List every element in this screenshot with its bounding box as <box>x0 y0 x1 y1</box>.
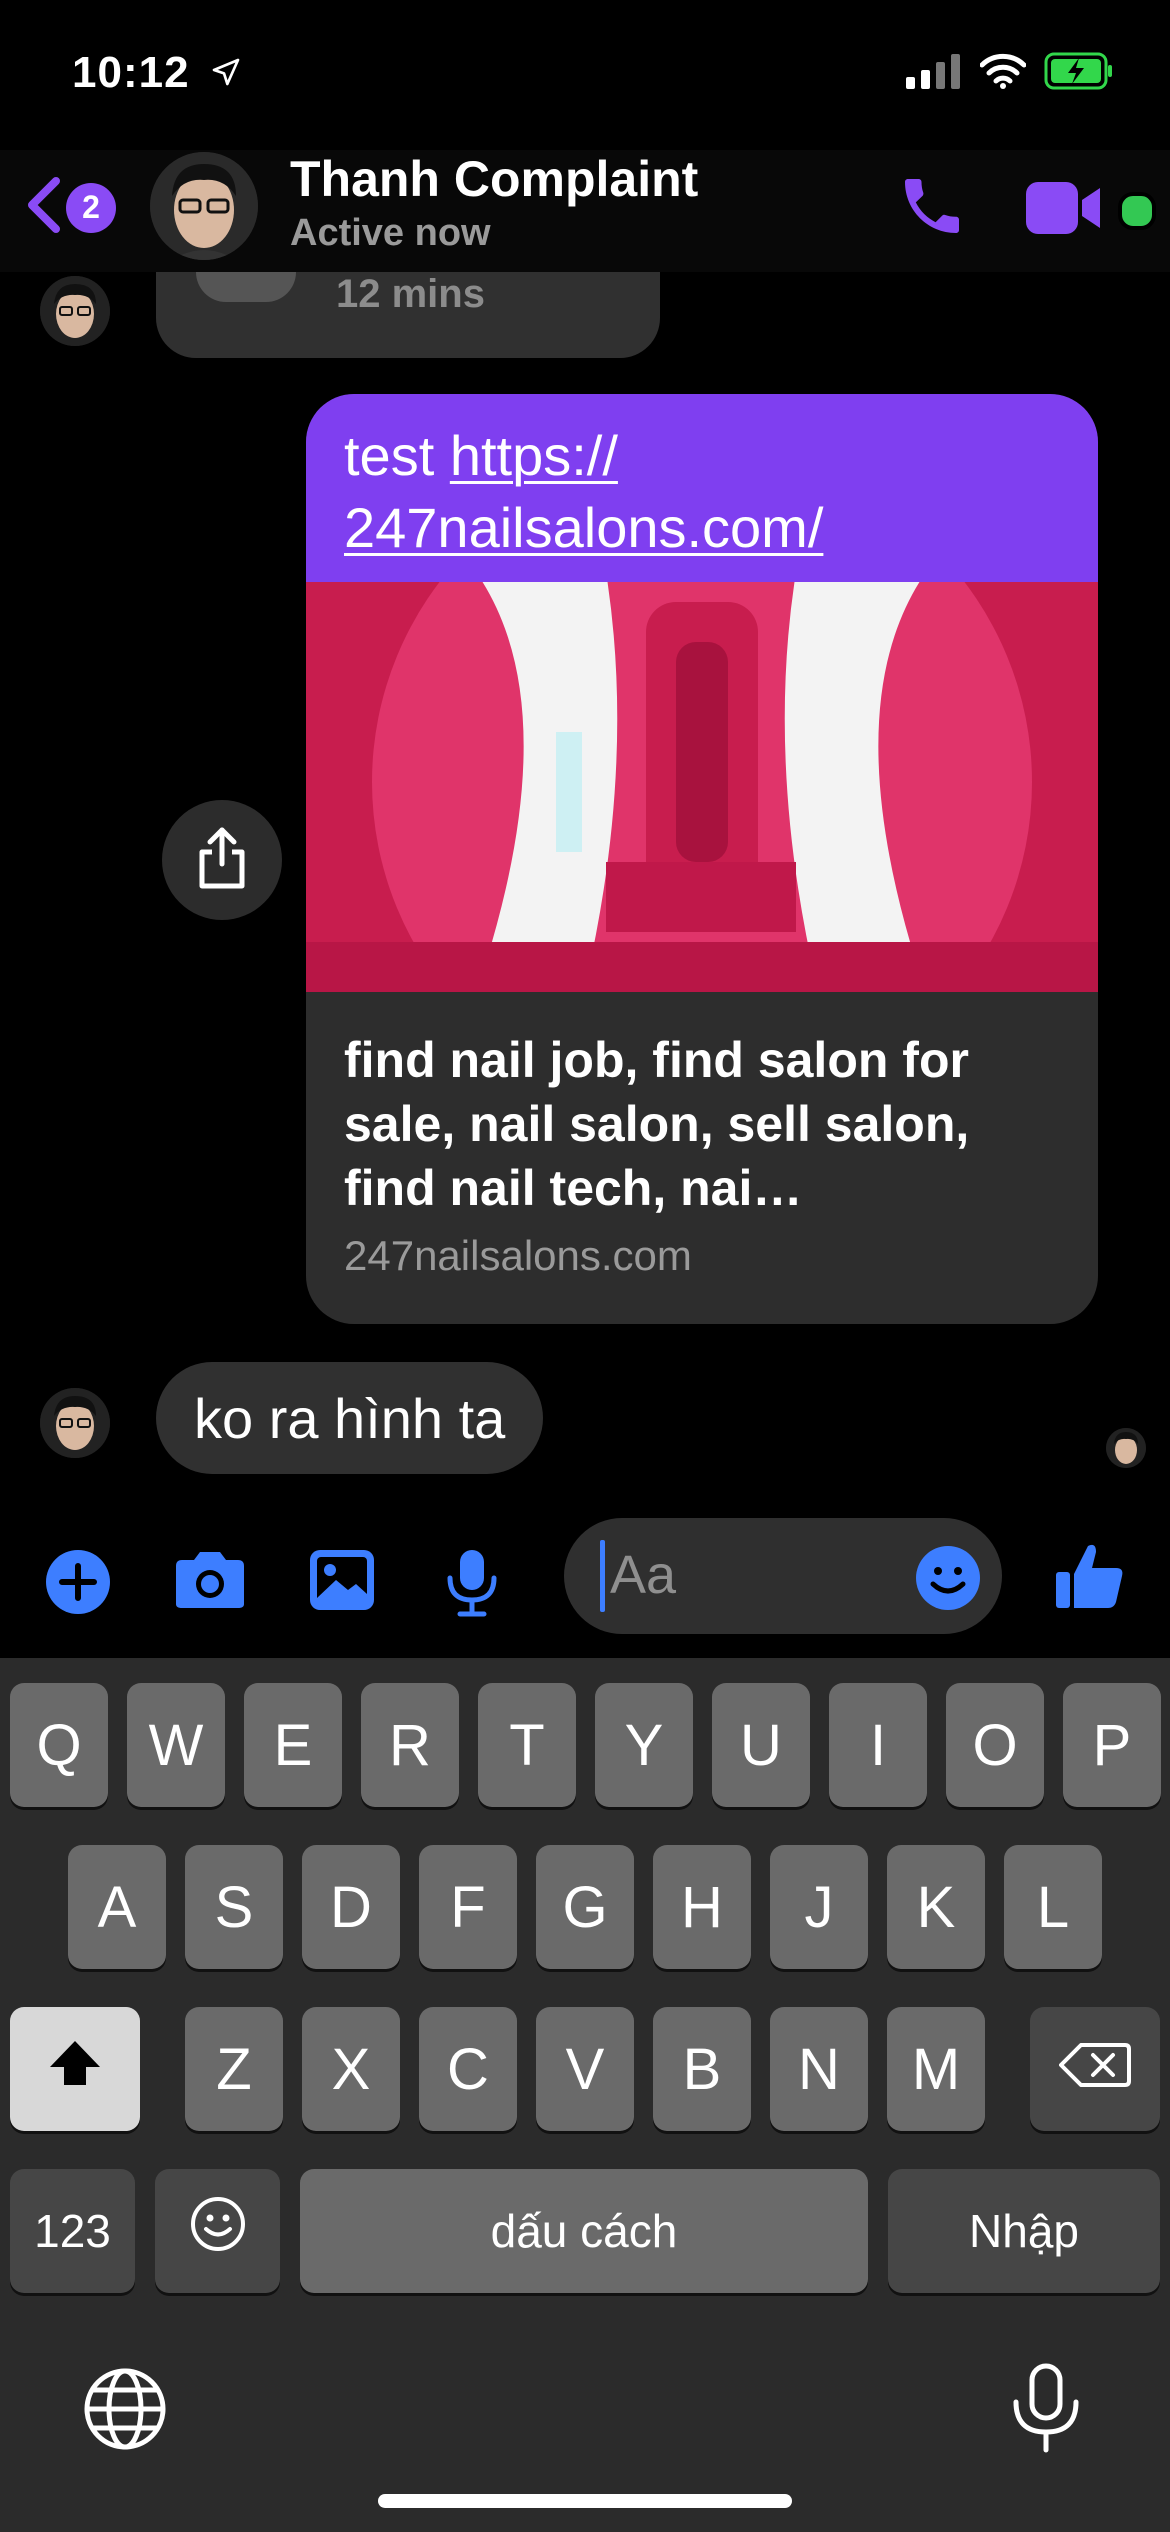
space-key[interactable]: dấu cách <box>300 2169 868 2293</box>
link-line-1: https:// <box>449 424 618 487</box>
call-duration: 12 mins <box>336 272 485 316</box>
key-u[interactable]: U <box>712 1683 810 1807</box>
call-icon-circle <box>196 272 296 302</box>
key-j[interactable]: J <box>770 1845 868 1969</box>
key-h[interactable]: H <box>653 1845 751 1969</box>
sender-avatar <box>40 276 110 346</box>
delete-key[interactable] <box>1030 2007 1160 2131</box>
contact-status: Active now <box>290 212 491 254</box>
link-preview-domain: 247nailsalons.com <box>344 1232 692 1279</box>
key-w[interactable]: W <box>127 1683 225 1807</box>
key-y[interactable]: Y <box>595 1683 693 1807</box>
message-text: ko ra hình ta <box>194 1386 506 1450</box>
globe-button[interactable] <box>80 2364 170 2459</box>
shift-key[interactable] <box>10 2007 140 2131</box>
link-message-bubble[interactable]: test https:// 247nailsalons.com/ find nai… <box>306 394 1098 1324</box>
share-icon <box>194 826 250 895</box>
message-input-placeholder: Aa <box>610 1545 677 1605</box>
return-key[interactable]: Nhập <box>888 2169 1160 2293</box>
key-p[interactable]: P <box>1063 1683 1161 1807</box>
key-r[interactable]: R <box>361 1683 459 1807</box>
link-line-2: 247nailsalons.com/ <box>344 496 824 559</box>
signal-icon <box>906 53 962 94</box>
image-icon <box>308 1550 376 1616</box>
numbers-key[interactable]: 123 <box>10 2169 135 2293</box>
share-button[interactable] <box>162 800 282 920</box>
key-e[interactable]: E <box>244 1683 342 1807</box>
key-x[interactable]: X <box>302 2007 400 2131</box>
received-message-bubble[interactable]: ko ra hình ta <box>156 1362 544 1474</box>
shift-arrow-icon <box>46 2036 104 2103</box>
message-text: test https:// 247nailsalons.com/ <box>344 420 823 564</box>
microphone-icon <box>1008 2363 1084 2458</box>
microphone-icon <box>444 1550 500 1622</box>
key-d[interactable]: D <box>302 1845 400 1969</box>
key-o[interactable]: O <box>946 1683 1044 1807</box>
video-call-button[interactable] <box>1024 178 1106 243</box>
key-m[interactable]: M <box>887 2007 985 2131</box>
location-arrow-icon <box>210 56 242 93</box>
link-preview-title: find nail job, find salon for sale, nail… <box>344 1032 970 1216</box>
video-camera-icon <box>1024 182 1106 242</box>
like-button[interactable] <box>1052 1538 1128 1619</box>
text-cursor <box>600 1540 605 1612</box>
key-q[interactable]: Q <box>10 1683 108 1807</box>
home-indicator <box>378 2494 792 2508</box>
backspace-icon <box>1059 2036 1131 2103</box>
add-button[interactable] <box>44 1548 112 1621</box>
key-c[interactable]: C <box>419 2007 517 2131</box>
dictation-button[interactable] <box>1008 2362 1084 2459</box>
key-s[interactable]: S <box>185 1845 283 1969</box>
emoji-button[interactable] <box>914 1544 982 1617</box>
camera-button[interactable] <box>172 1548 248 1617</box>
battery-charging-icon <box>1044 52 1114 95</box>
status-time: 10:12 <box>72 48 190 97</box>
plus-circle-icon <box>44 1550 112 1620</box>
wifi-icon <box>979 53 1027 94</box>
key-n[interactable]: N <box>770 2007 868 2131</box>
thumbs-up-icon <box>1052 1544 1128 1618</box>
contact-avatar[interactable] <box>150 152 258 260</box>
emoji-icon <box>190 2196 246 2266</box>
key-z[interactable]: Z <box>185 2007 283 2131</box>
chevron-left-icon <box>24 175 64 240</box>
sender-avatar <box>40 1388 110 1458</box>
call-button[interactable] <box>896 170 968 247</box>
link-preview-image[interactable] <box>306 582 1098 992</box>
active-status-dot <box>1118 192 1156 230</box>
unread-badge: 2 <box>66 182 116 233</box>
voice-button[interactable] <box>444 1548 500 1623</box>
phone-icon <box>896 179 968 246</box>
emoji-keyboard-key[interactable] <box>155 2169 280 2293</box>
key-f[interactable]: F <box>419 1845 517 1969</box>
key-t[interactable]: T <box>478 1683 576 1807</box>
key-v[interactable]: V <box>536 2007 634 2131</box>
seen-receipt-avatar <box>1106 1428 1146 1468</box>
key-i[interactable]: I <box>829 1683 927 1807</box>
emoji-icon <box>914 1546 982 1616</box>
back-button[interactable]: 2 <box>24 175 116 240</box>
gallery-button[interactable] <box>308 1548 376 1617</box>
key-g[interactable]: G <box>536 1845 634 1969</box>
key-k[interactable]: K <box>887 1845 985 1969</box>
key-a[interactable]: A <box>68 1845 166 1969</box>
message-text-area: test https:// 247nailsalons.com/ <box>306 394 1098 582</box>
contact-name[interactable]: Thanh Complaint <box>290 150 698 208</box>
status-indicators <box>906 52 1114 95</box>
key-b[interactable]: B <box>653 2007 751 2131</box>
key-l[interactable]: L <box>1004 1845 1102 1969</box>
message-prefix: test <box>344 424 450 487</box>
globe-icon <box>80 2368 170 2458</box>
camera-icon <box>172 1552 248 1616</box>
